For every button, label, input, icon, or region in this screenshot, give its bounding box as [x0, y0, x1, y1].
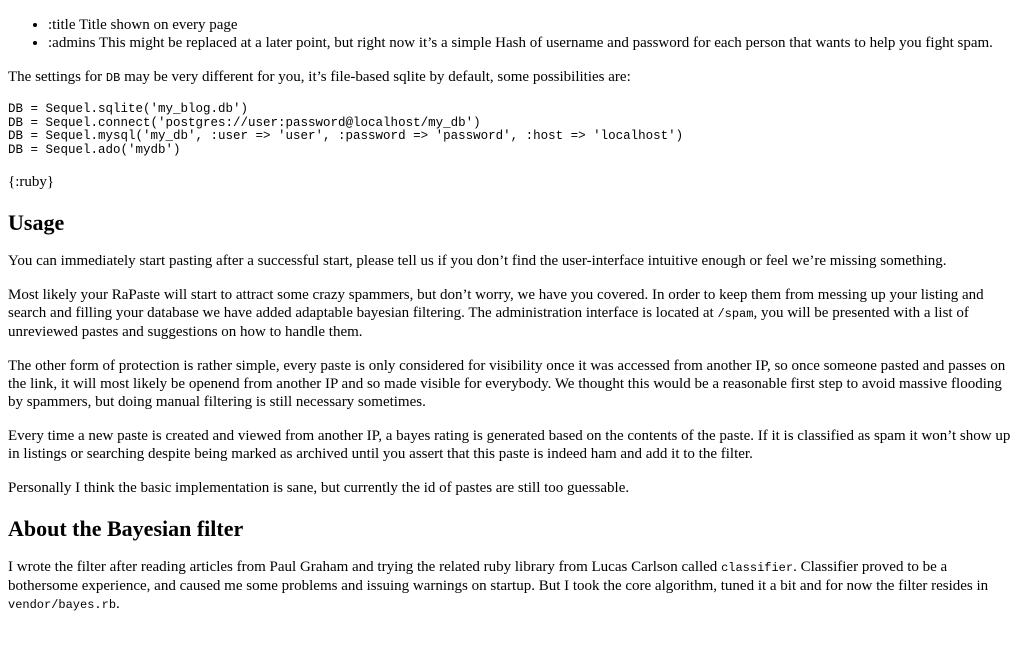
paragraph: The other form of protection is rather s… — [8, 358, 1006, 410]
paragraph: I wrote the filter after reading article… — [8, 559, 989, 612]
inline-code: /spam — [717, 307, 754, 321]
usage-heading: Usage — [8, 210, 65, 235]
bayes-heading: About the Bayesian filter — [8, 516, 244, 541]
paragraph: Personally I think the basic implementat… — [8, 480, 630, 496]
paragraph: Most likely your RaPaste will start to a… — [8, 287, 984, 340]
list-item: :title Title shown on every page — [48, 16, 1016, 34]
document: :title Title shown on every page :admins… — [0, 16, 1024, 614]
inline-code: DB — [105, 71, 121, 85]
paragraph: Every time a new paste is created and vi… — [8, 428, 1011, 462]
code-block: DB = Sequel.sqlite('my_blog.db') DB = Se… — [8, 102, 684, 157]
inline-code: vendor/bayes.rb — [8, 598, 117, 612]
db-intro-paragraph: The settings for DB may be very differen… — [8, 69, 631, 85]
inline-code: classifier — [721, 561, 794, 575]
list-item: :admins This might be replaced at a late… — [48, 34, 1016, 52]
ruby-marker: {:ruby} — [8, 174, 55, 190]
settings-list: :title Title shown on every page :admins… — [8, 16, 1016, 52]
paragraph: You can immediately start pasting after … — [8, 253, 947, 269]
